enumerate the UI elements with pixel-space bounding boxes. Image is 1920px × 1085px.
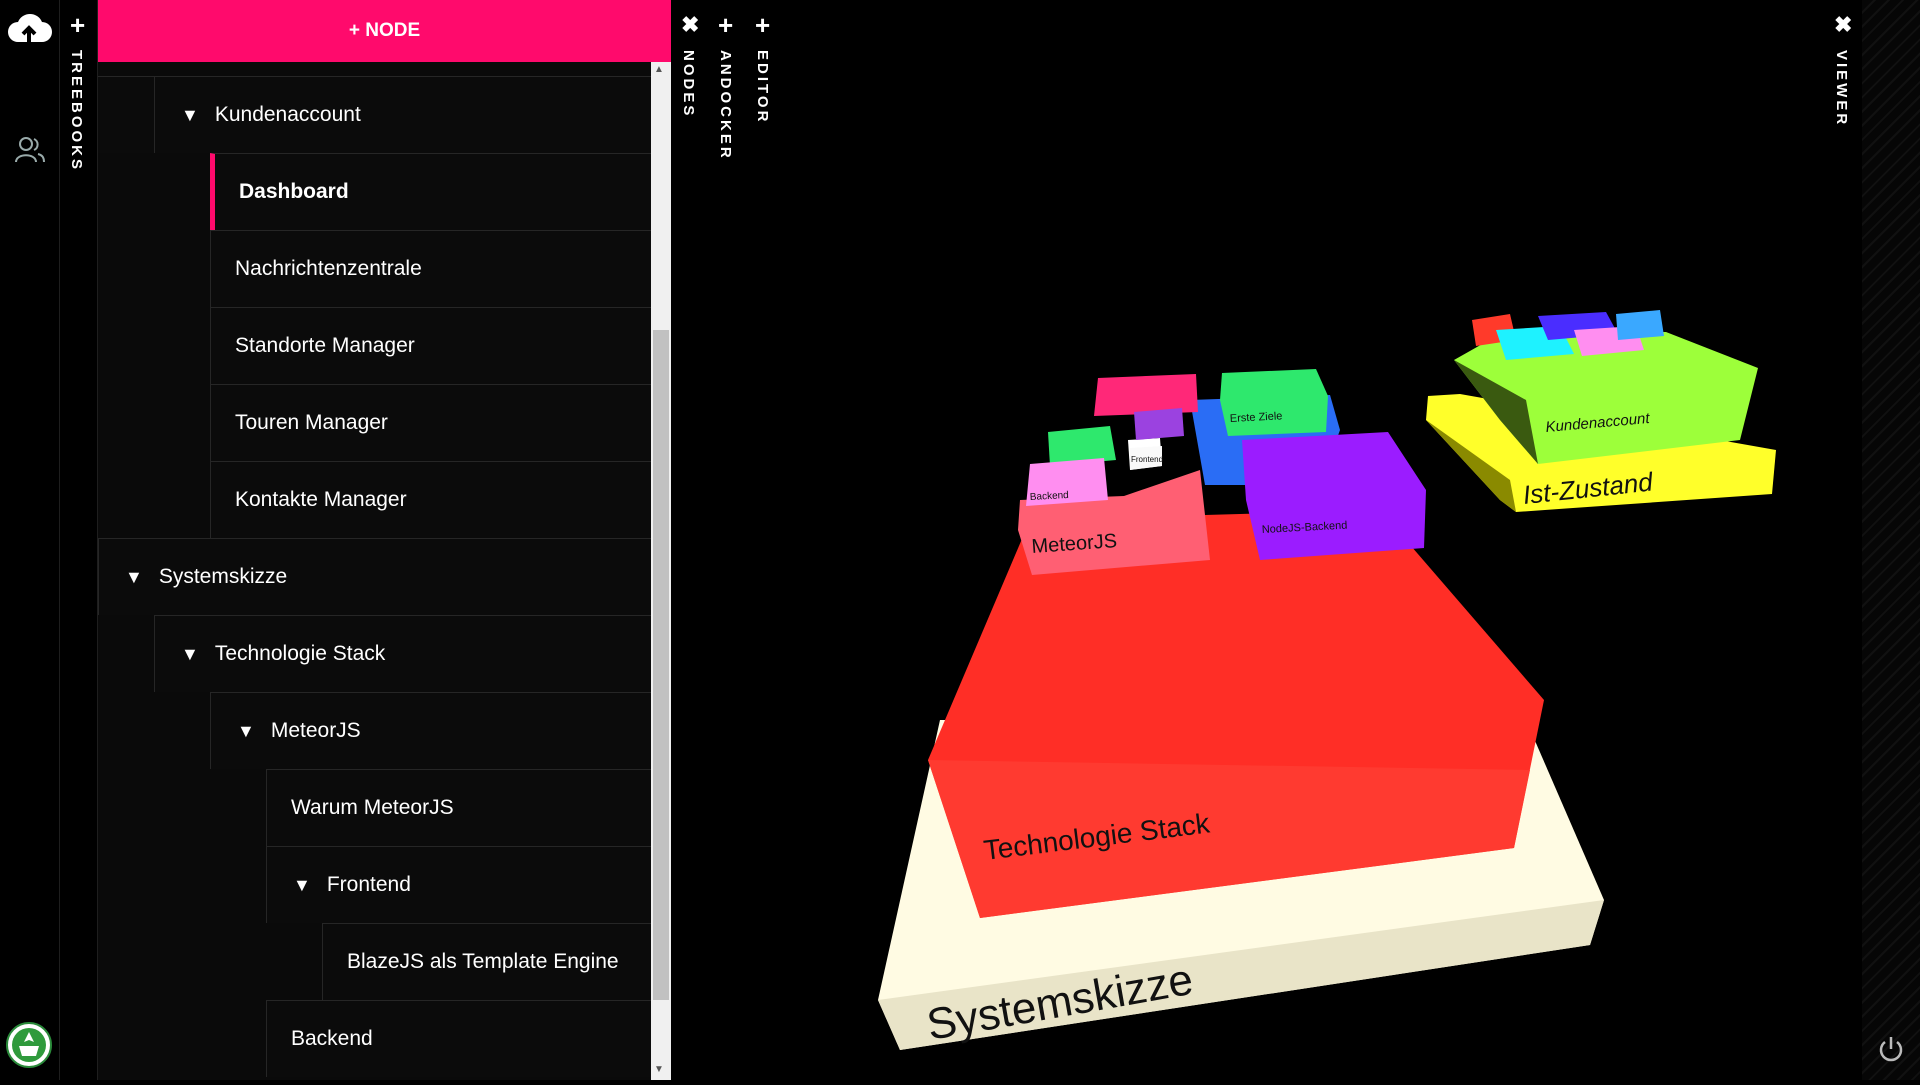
treebooks-tab: + TREEBOOKS [60,0,98,1080]
cloud-upload-icon[interactable] [6,6,52,52]
emblem-avatar-icon[interactable] [6,1022,52,1068]
tree-item-nachrichtenzentrale[interactable]: Nachrichtenzentrale [210,230,651,307]
tree-item-warum-meteorjs[interactable]: Warum MeteorJS [266,769,651,846]
3d-scene[interactable]: Systemskizze Technologie Stack Erste Zie… [782,0,1920,1080]
tree-item-label: Backend [291,1027,373,1050]
small-skyblue-block[interactable] [1616,310,1664,340]
tree-item-kontakte-manager[interactable]: Kontakte Manager [210,461,651,538]
nodejs-backend-block[interactable] [1242,432,1426,560]
add-node-button[interactable]: + NODE [98,0,671,62]
power-icon[interactable] [1876,1034,1906,1064]
tree-item-label: Nachrichtenzentrale [235,257,422,280]
tree-item-label: Dashboard [239,180,349,203]
tree-item-label: BlazeJS als Template Engine [347,950,619,973]
expand-triangle-icon[interactable]: ▼ [181,644,199,665]
add-andocker-button[interactable]: + [718,12,733,38]
expand-triangle-icon[interactable]: ▼ [293,875,311,896]
tree-item-backend[interactable]: Backend [266,1000,651,1077]
3d-viewer[interactable]: Systemskizze Technologie Stack Erste Zie… [782,0,1920,1080]
andocker-tab: + ANDOCKER [708,0,746,1080]
tree-item-technologie-stack[interactable]: ▼ Technologie Stack [154,615,651,692]
nodes-tab: ✖ NODES [672,0,708,1080]
frontend-label: Frontend [1131,455,1163,464]
tree-item-systemskizze[interactable]: ▼ Systemskizze [98,538,651,615]
tree-list: ▼ Kundenaccount Dashboard Nachrichtenzen… [98,62,651,1080]
tree-item-label: Frontend [326,873,411,896]
expand-triangle-icon[interactable]: ▼ [181,105,199,126]
treebooks-label[interactable]: TREEBOOKS [68,50,85,172]
tree-item-dashboard[interactable]: Dashboard [210,153,651,230]
small-purple-block[interactable] [1134,408,1184,440]
tree-item-label: Touren Manager [235,411,388,434]
backend-label: Backend [1030,490,1069,503]
viewer-label[interactable]: VIEWER [1833,50,1850,127]
tree-item-label: Standorte Manager [235,334,415,357]
pink-block[interactable] [1094,374,1198,416]
tree-item-label: Technologie Stack [214,642,386,665]
close-viewer-button[interactable]: ✖ [1834,14,1852,36]
tree-item-blazejs[interactable]: BlazeJS als Template Engine [322,923,651,1000]
tree-item-label: Kundenaccount [214,103,361,126]
andocker-label[interactable]: ANDOCKER [717,50,734,161]
editor-tab: + EDITOR [746,0,782,1080]
close-nodes-button[interactable]: ✖ [681,14,699,36]
scroll-up-icon[interactable]: ▲ [654,64,664,75]
tree-item-touren-manager[interactable]: Touren Manager [210,384,651,461]
tree-item-kundenaccount[interactable]: ▼ Kundenaccount [154,76,651,153]
tree-item-standorte-manager[interactable]: Standorte Manager [210,307,651,384]
tree-item-label: Systemskizze [158,565,288,588]
editor-label[interactable]: EDITOR [754,50,771,124]
expand-triangle-icon[interactable]: ▼ [237,721,255,742]
users-icon[interactable] [14,134,46,166]
tree-item-label: Kontakte Manager [235,488,407,511]
add-treebook-button[interactable]: + [70,12,85,38]
viewer-tab: ✖ VIEWER [1828,0,1862,1080]
tree-item-label: MeteorJS [270,719,361,742]
tree-item-frontend[interactable]: ▼ Frontend [266,846,651,923]
add-editor-button[interactable]: + [755,12,770,38]
expand-triangle-icon[interactable]: ▼ [125,567,143,588]
scroll-down-icon[interactable]: ▼ [654,1064,664,1075]
tree-item-meteorjs[interactable]: ▼ MeteorJS [210,692,651,769]
erste-ziele-block[interactable] [1220,369,1328,436]
tree-item-label: Warum MeteorJS [291,796,454,819]
app-rail [0,0,60,1080]
nodes-label[interactable]: NODES [680,50,697,118]
viewer-edge-strip [1862,0,1920,1080]
tree-scrollbar-thumb[interactable] [653,330,669,1000]
